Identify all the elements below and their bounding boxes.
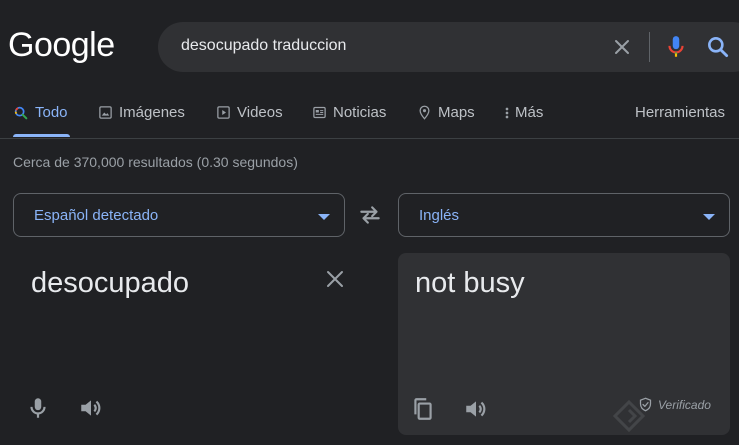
tab-label: Más xyxy=(515,104,544,121)
tab-label: Noticias xyxy=(333,104,387,121)
newspaper-icon xyxy=(313,106,326,119)
search-input[interactable]: desocupado traduccion xyxy=(181,37,346,55)
tab-noticias[interactable]: Noticias xyxy=(312,104,386,121)
search-divider xyxy=(649,32,650,62)
tab-label: Maps xyxy=(438,104,475,121)
search-icon xyxy=(14,106,28,119)
results-count: Cerca de 370,000 resultados (0.30 segund… xyxy=(13,154,298,170)
tab-imagenes[interactable]: Imágenes xyxy=(98,104,185,121)
speaker-icon[interactable] xyxy=(78,395,104,421)
tabs-divider xyxy=(0,138,739,139)
speaker-icon[interactable] xyxy=(463,396,489,422)
active-tab-indicator xyxy=(13,134,70,137)
watermark-logo-icon xyxy=(612,399,646,433)
search-tabs: Todo Imágenes Videos Noticias Maps Más H… xyxy=(0,96,739,138)
play-icon xyxy=(217,106,230,119)
clear-text-icon[interactable] xyxy=(323,267,347,291)
map-pin-icon xyxy=(419,105,430,120)
copy-icon[interactable] xyxy=(410,396,436,422)
tab-maps[interactable]: Maps xyxy=(417,104,475,121)
search-bar[interactable]: desocupado traduccion xyxy=(158,22,739,72)
verified-label: Verificado xyxy=(658,397,711,412)
source-text-input[interactable]: desocupado xyxy=(31,267,189,300)
tab-label: Todo xyxy=(35,104,68,121)
chevron-down-icon xyxy=(318,214,330,220)
google-logo[interactable]: Google xyxy=(8,26,115,65)
tab-todo[interactable]: Todo xyxy=(13,104,68,121)
source-text-panel[interactable]: desocupado xyxy=(13,253,345,435)
source-language-label: Español detectado xyxy=(34,207,159,224)
translation-output-panel: not busy Verificado xyxy=(398,253,730,435)
target-language-select[interactable]: Inglés xyxy=(398,193,730,237)
tab-label: Imágenes xyxy=(119,104,185,121)
tools-button[interactable]: Herramientas xyxy=(635,104,725,121)
source-language-select[interactable]: Español detectado xyxy=(13,193,345,237)
translation-text: not busy xyxy=(415,267,525,299)
tools-label: Herramientas xyxy=(635,104,726,121)
target-language-label: Inglés xyxy=(419,207,460,224)
image-icon xyxy=(99,106,112,119)
tab-mas[interactable]: Más xyxy=(503,104,543,121)
tab-label: Videos xyxy=(237,104,283,121)
microphone-icon[interactable] xyxy=(25,395,51,421)
search-icon[interactable] xyxy=(705,34,731,60)
swap-languages-icon[interactable] xyxy=(357,202,383,228)
more-vert-icon xyxy=(505,107,509,118)
chevron-down-icon xyxy=(703,214,715,220)
clear-search-icon[interactable] xyxy=(610,35,634,59)
voice-search-icon[interactable] xyxy=(663,34,689,60)
tab-videos[interactable]: Videos xyxy=(216,104,283,121)
